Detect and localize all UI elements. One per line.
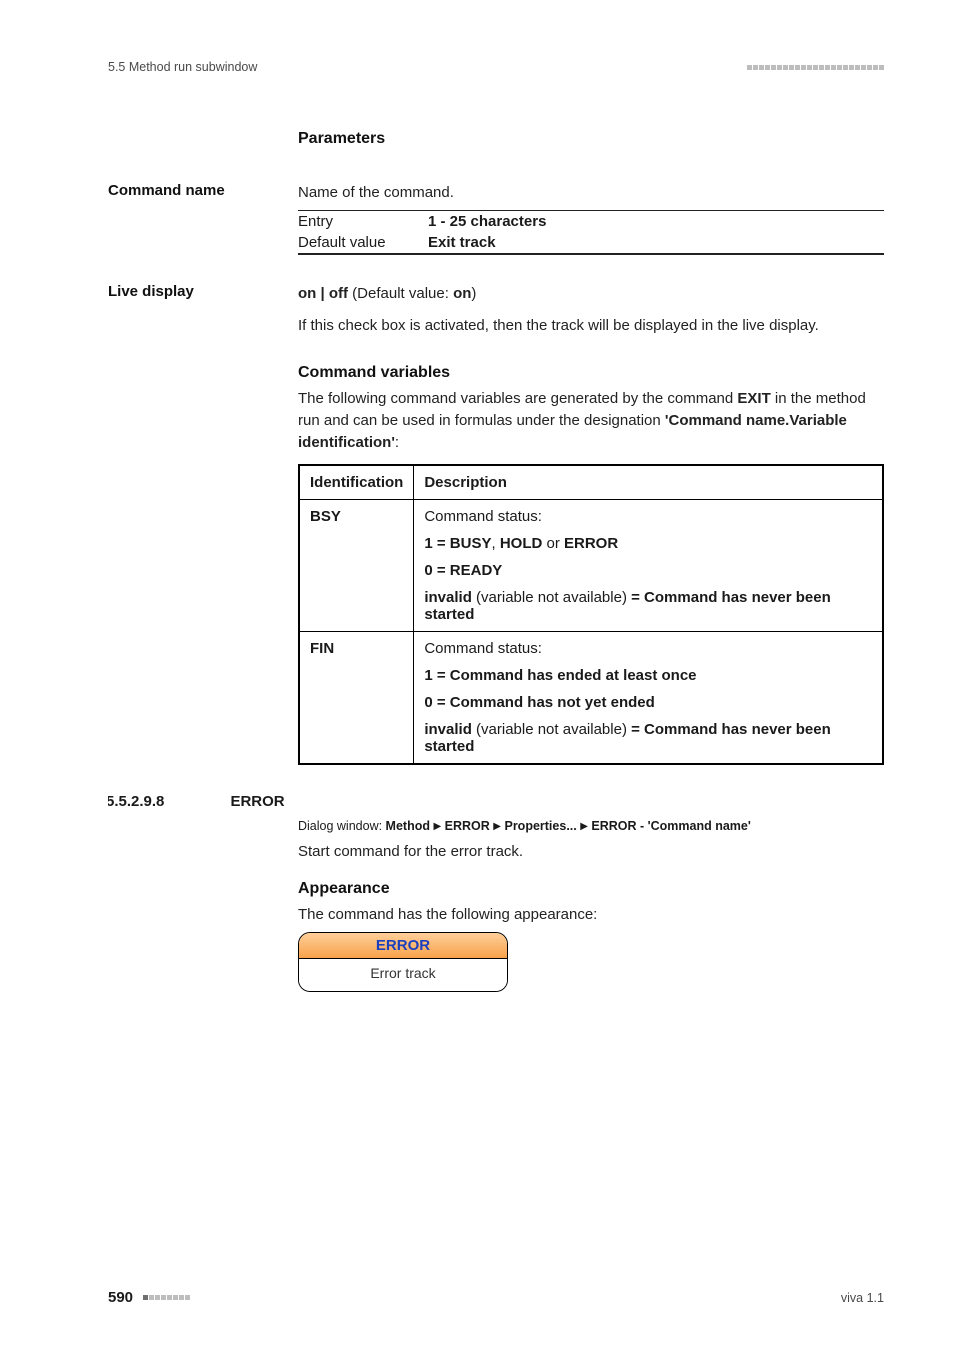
- fin-one: 1 = Command has ended at least once: [424, 667, 696, 684]
- command-variables-intro: The following command variables are gene…: [298, 388, 884, 453]
- cv-row-status: Command status:: [424, 508, 872, 525]
- bsy-invalid-line: invalid (variable not available) = Comma…: [424, 589, 872, 623]
- table-row: FIN Command status: 1 = Command has ende…: [299, 631, 883, 764]
- dialog-window-line: Dialog window: Method ▶ ERROR ▶ Properti…: [298, 819, 884, 833]
- default-value: Exit track: [428, 234, 496, 251]
- error-intro: Start command for the error track.: [298, 841, 884, 863]
- entry-value: 1 - 25 characters: [428, 213, 546, 230]
- live-display-options-values: on | off: [298, 285, 348, 302]
- bsy-zero: 0 = READY: [424, 562, 502, 579]
- triangle-icon: ▶: [493, 821, 501, 832]
- page-number: 590: [108, 1289, 133, 1306]
- cv-intro-cmd: EXIT: [737, 390, 770, 407]
- default-open: (Default value:: [348, 285, 453, 302]
- cv-intro-end: :: [395, 434, 399, 451]
- parameters-heading: Parameters: [298, 130, 884, 148]
- entry-label: Entry: [298, 213, 428, 230]
- fin-invalid-mid: (variable not available): [472, 721, 631, 738]
- bsy-one-pre: 1 = BUSY: [424, 535, 491, 552]
- command-name-desc: Name of the command.: [298, 182, 884, 204]
- bsy-one-mid2: HOLD: [500, 535, 543, 552]
- dialog-part-3: ERROR - 'Command name': [591, 819, 750, 833]
- command-name-label: Command name: [108, 182, 298, 199]
- live-display-options: on | off (Default value: on): [298, 283, 884, 305]
- footer-version: viva 1.1: [841, 1291, 884, 1305]
- live-display-label: Live display: [108, 283, 298, 300]
- live-display-desc: If this check box is activated, then the…: [298, 315, 884, 337]
- cv-row-one-line: 1 = BUSY, HOLD or ERROR: [424, 535, 872, 552]
- appearance-heading: Appearance: [298, 880, 884, 898]
- fin-zero: 0 = Command has not yet ended: [424, 694, 654, 711]
- command-variables-heading: Command variables: [298, 364, 884, 382]
- error-block-sub: Error track: [299, 959, 507, 991]
- triangle-icon: ▶: [433, 821, 441, 832]
- error-section-head: 5.5.2.9.8 ERROR: [108, 793, 884, 811]
- cv-row-id: FIN: [310, 640, 334, 657]
- command-variables-table: Identification Description BSY Command s…: [298, 464, 884, 765]
- dialog-label: Dialog window:: [298, 819, 386, 833]
- cv-col-desc: Description: [414, 465, 883, 500]
- header-section-ref: 5.5 Method run subwindow: [108, 60, 257, 74]
- default-row: Default value Exit track: [298, 232, 884, 253]
- cv-intro-pre: The following command variables are gene…: [298, 390, 737, 407]
- bsy-one-or: or: [542, 535, 564, 552]
- dialog-part-1: ERROR: [445, 819, 490, 833]
- running-header: 5.5 Method run subwindow: [108, 60, 884, 74]
- header-decoration: [747, 65, 884, 70]
- cv-row-status: Command status:: [424, 640, 872, 657]
- bsy-one-mid: ,: [491, 535, 499, 552]
- bsy-invalid-mid: (variable not available): [472, 589, 631, 606]
- bsy-one-end: ERROR: [564, 535, 618, 552]
- fin-invalid-line: invalid (variable not available) = Comma…: [424, 721, 872, 755]
- cv-row-id: BSY: [310, 508, 341, 525]
- fin-invalid-pre: invalid: [424, 721, 472, 738]
- cv-col-id: Identification: [299, 465, 414, 500]
- entry-row: Entry 1 - 25 characters: [298, 211, 884, 232]
- error-block-title: ERROR: [299, 933, 507, 959]
- section-number: 5.5.2.9.8: [108, 793, 226, 810]
- appearance-desc: The command has the following appearance…: [298, 904, 884, 926]
- table-row: BSY Command status: 1 = BUSY, HOLD or ER…: [299, 499, 883, 631]
- dialog-part-2: Properties...: [504, 819, 576, 833]
- bsy-invalid-pre: invalid: [424, 589, 472, 606]
- default-label: Default value: [298, 234, 428, 251]
- section-title: ERROR: [230, 793, 284, 810]
- page-footer: 590 viva 1.1: [108, 1289, 884, 1306]
- error-command-block: ERROR Error track: [298, 932, 508, 992]
- default-close: ): [471, 285, 476, 302]
- footer-decoration: [143, 1295, 190, 1300]
- triangle-icon: ▶: [580, 821, 588, 832]
- live-display-default-value: on: [453, 285, 471, 302]
- dialog-part-0: Method: [386, 819, 430, 833]
